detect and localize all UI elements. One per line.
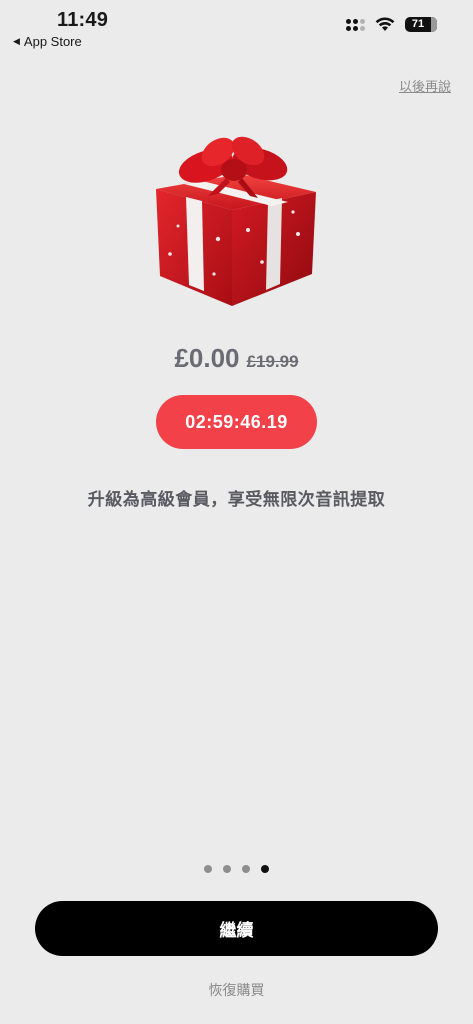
maybe-later-link[interactable]: 以後再說	[399, 76, 451, 95]
page-dot	[242, 865, 250, 873]
page-dot	[204, 865, 212, 873]
back-triangle-icon: ◀	[13, 36, 20, 46]
page-dot	[223, 865, 231, 873]
cellular-signal-icon	[346, 18, 365, 31]
wifi-icon	[375, 17, 395, 31]
status-icons: 71	[346, 17, 437, 32]
page-indicator	[0, 865, 473, 873]
back-to-app-store[interactable]: ◀ App Store	[13, 34, 82, 49]
battery-level: 71	[411, 18, 425, 30]
gift-box-icon	[156, 136, 316, 306]
restore-purchase-link[interactable]: 恢復購買	[0, 980, 473, 1000]
continue-button[interactable]: 繼續	[35, 901, 438, 956]
back-app-label: App Store	[23, 34, 82, 49]
offer-description: 升級為高級會員，享受無限次音訊提取	[87, 490, 386, 509]
current-price: £0.00	[174, 343, 240, 373]
battery-icon: 71	[405, 17, 437, 32]
price-row: £0.00 £19.99	[0, 343, 473, 374]
status-bar: 11:49 ◀ App Store 71	[0, 0, 473, 56]
countdown-timer: 02:59:46.19	[156, 395, 317, 449]
status-time: 11:49	[57, 9, 109, 31]
original-price: £19.99	[246, 352, 299, 371]
page-dot-active	[261, 865, 269, 873]
